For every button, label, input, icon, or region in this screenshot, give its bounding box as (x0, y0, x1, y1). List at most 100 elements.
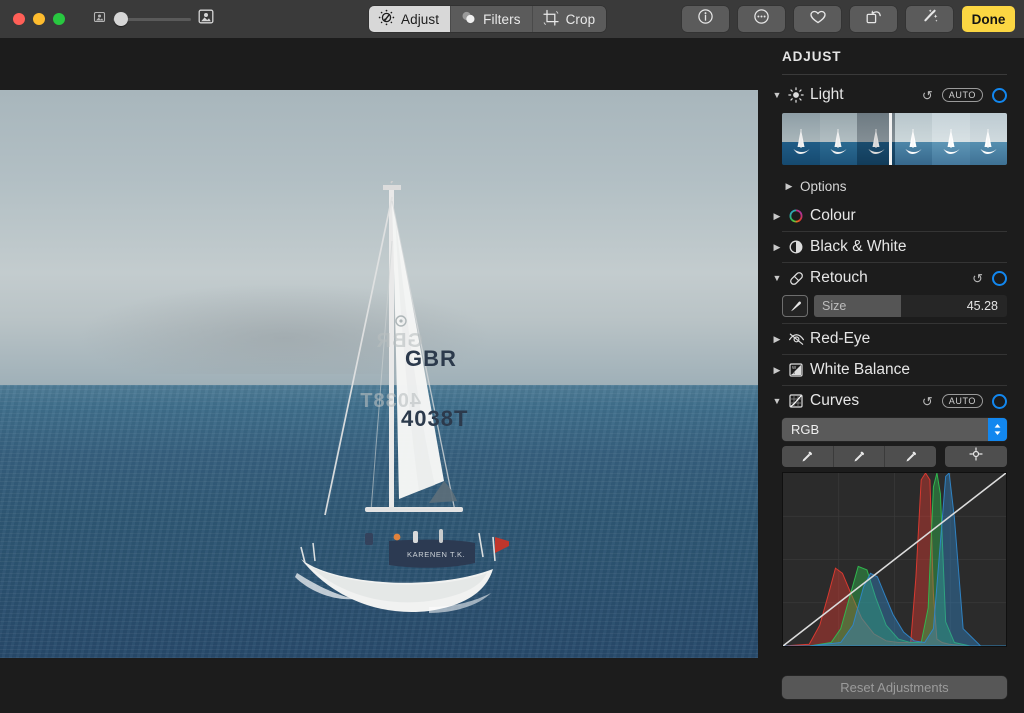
section-controls-light: ↺ AUTO (922, 87, 1007, 103)
brush-icon[interactable] (782, 295, 808, 317)
white-balance-icon: W B (785, 362, 807, 378)
light-variation-thumb[interactable] (782, 113, 820, 165)
disclosure-triangle-right-icon[interactable]: ▶ (769, 334, 785, 344)
disclosure-triangle-down-icon[interactable]: ▼ (769, 273, 785, 283)
retouch-size-label: Size (822, 299, 847, 313)
light-variation-thumb[interactable] (894, 113, 932, 165)
tab-filters[interactable]: Filters (451, 6, 533, 32)
svg-text:GBR: GBR (376, 330, 423, 352)
reset-retouch-icon[interactable]: ↺ (972, 272, 983, 285)
close-window-button[interactable] (13, 13, 25, 25)
section-header-curves[interactable]: ▼ Curves ↺ AUTO (765, 386, 1024, 416)
adjust-sections-list: ▼ Light ↺ AUTO ▶ Options ▶ Colour ▶ Blac… (765, 80, 1024, 677)
tab-adjust-label: Adjust (401, 11, 440, 27)
reset-adjustments-button[interactable]: Reset Adjustments (782, 676, 1007, 699)
reset-light-icon[interactable]: ↺ (922, 89, 933, 102)
tab-adjust[interactable]: Adjust (369, 6, 452, 32)
section-header-white-balance[interactable]: ▶ W B White Balance (765, 355, 1024, 385)
minimize-window-button[interactable] (33, 13, 45, 25)
section-header-light[interactable]: ▼ Light ↺ AUTO (765, 80, 1024, 110)
more-button[interactable] (738, 6, 785, 32)
disclosure-triangle-right-icon[interactable]: ▶ (769, 242, 785, 252)
auto-light-button[interactable]: AUTO (941, 88, 983, 102)
disclosure-triangle-down-icon[interactable]: ▼ (769, 396, 785, 406)
curves-histogram-graph[interactable] (782, 472, 1007, 647)
section-header-red-eye[interactable]: ▶ Red-Eye (765, 324, 1024, 354)
rotate-icon (865, 8, 883, 30)
section-label-colour: Colour (810, 207, 856, 224)
section-label-options: Options (800, 178, 847, 194)
section-label-black-and-white: Black & White (810, 238, 907, 255)
section-label-red-eye: Red-Eye (810, 330, 871, 347)
edit-mode-segmented-control[interactable]: Adjust Filters Crop (369, 6, 607, 32)
info-circle-icon (697, 8, 714, 30)
traffic-light-group (13, 13, 65, 25)
section-header-retouch[interactable]: ▼ Retouch ↺ (765, 263, 1024, 293)
curves-grid-icon (785, 393, 807, 409)
titlebar-actions: Done (682, 6, 1015, 32)
retouch-size-slider[interactable]: Size 45.28 (814, 295, 1007, 317)
curves-eyedropper-row (782, 446, 1007, 467)
light-variation-thumb[interactable] (969, 113, 1007, 165)
black-point-eyedropper[interactable] (782, 446, 834, 467)
sailboat-graphic: GBR 4038T GBR 4038T KARENEN T.K. (295, 180, 510, 613)
sidebar-title-divider (782, 74, 1007, 75)
light-variations-selection-indicator (888, 113, 892, 165)
tab-crop[interactable]: Crop (533, 6, 607, 32)
ellipsis-circle-icon (753, 8, 770, 30)
white-point-eyedropper[interactable] (885, 446, 936, 467)
heart-icon (809, 9, 827, 30)
chevron-up-down-icon[interactable] (988, 418, 1007, 441)
zoom-slider[interactable] (113, 12, 191, 26)
zoom-window-button[interactable] (53, 13, 65, 25)
section-label-white-balance: White Balance (810, 361, 910, 378)
light-variation-thumb[interactable] (932, 113, 970, 165)
grey-point-eyedropper[interactable] (833, 446, 886, 467)
section-header-options[interactable]: ▶ Options (765, 171, 1024, 201)
section-header-black-and-white[interactable]: ▶ Black & White (765, 232, 1024, 262)
disclosure-triangle-right-icon[interactable]: ▶ (769, 365, 785, 375)
toggle-retouch-button[interactable] (992, 270, 1007, 286)
section-controls-curves: ↺ AUTO (922, 393, 1007, 409)
curve-target-button[interactable] (945, 446, 1007, 467)
auto-curves-button[interactable]: AUTO (941, 394, 983, 408)
toggle-curves-button[interactable] (992, 393, 1007, 409)
done-button[interactable]: Done (962, 6, 1015, 32)
disclosure-triangle-right-icon[interactable]: ▶ (781, 181, 797, 191)
tab-crop-label: Crop (565, 11, 596, 27)
section-label-curves: Curves (810, 392, 860, 409)
adjust-sidebar: ADJUST ▼ Light ↺ AUTO ▶ Options ▶ Colour… (765, 38, 1024, 713)
bandage-icon (785, 270, 807, 287)
half-circle-icon (785, 239, 807, 255)
auto-enhance-button[interactable] (906, 6, 953, 32)
zoom-slider-knob[interactable] (114, 12, 128, 26)
sidebar-title: ADJUST (782, 49, 842, 64)
filters-circles-icon (460, 9, 477, 29)
large-photo-icon (198, 9, 214, 29)
photo-canvas[interactable]: GBR 4038T GBR 4038T KARENEN T.K. (0, 38, 765, 713)
retouch-size-value: 45.28 (966, 299, 998, 313)
crop-frame-icon (542, 9, 560, 30)
favorite-button[interactable] (794, 6, 841, 32)
tab-filters-label: Filters (483, 11, 521, 27)
info-button[interactable] (682, 6, 729, 32)
toggle-light-button[interactable] (992, 87, 1007, 103)
svg-text:B: B (792, 370, 795, 375)
section-label-light: Light (810, 86, 844, 103)
light-variations-strip[interactable] (782, 113, 1007, 165)
retouch-size-row: Size 45.28 (765, 293, 1024, 323)
light-variation-thumb[interactable] (819, 113, 857, 165)
rotate-button[interactable] (850, 6, 897, 32)
section-label-retouch: Retouch (810, 269, 868, 286)
small-photo-icon (93, 10, 106, 28)
photo-image[interactable]: GBR 4038T GBR 4038T KARENEN T.K. (0, 90, 758, 658)
svg-text:4038T: 4038T (359, 390, 421, 412)
section-header-colour[interactable]: ▶ Colour (765, 201, 1024, 231)
magic-wand-icon (921, 8, 939, 30)
reset-curves-icon[interactable]: ↺ (922, 395, 933, 408)
eyedropper-icon (802, 451, 813, 461)
section-controls-retouch: ↺ (972, 270, 1007, 286)
curves-channel-select[interactable]: RGB (782, 418, 1007, 441)
disclosure-triangle-down-icon[interactable]: ▼ (769, 90, 785, 100)
disclosure-triangle-right-icon[interactable]: ▶ (769, 211, 785, 221)
